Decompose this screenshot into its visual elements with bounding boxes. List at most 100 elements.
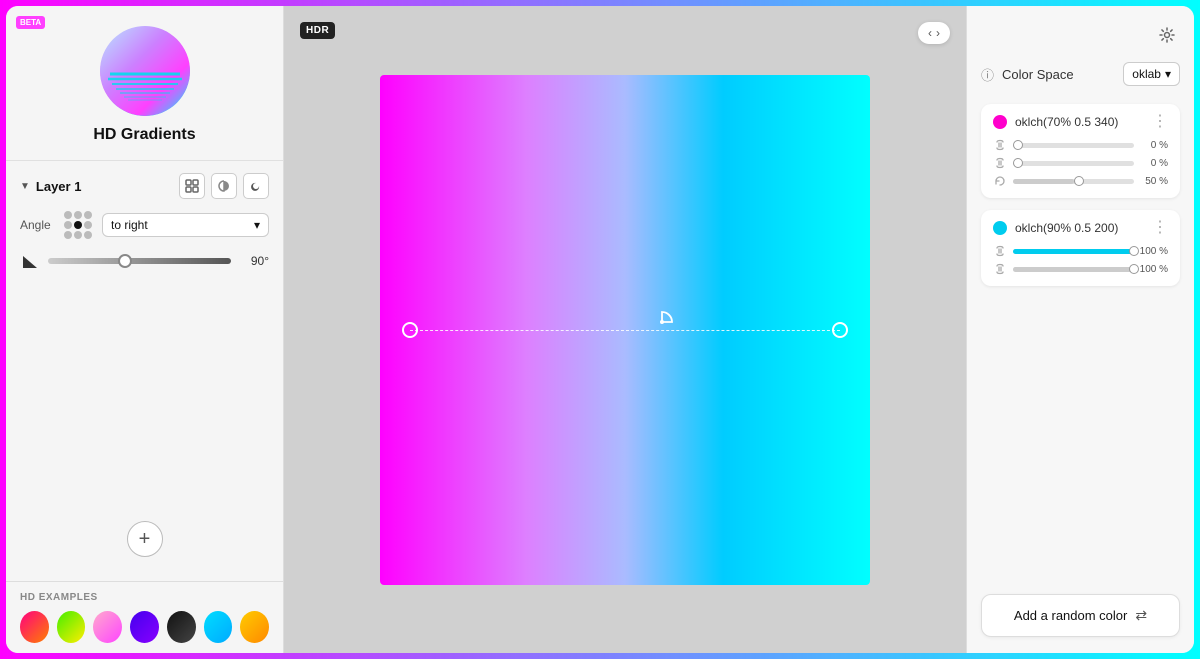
grid-icon-button[interactable] (179, 173, 205, 199)
color-stop-2-dot[interactable] (993, 221, 1007, 235)
dot-tm (74, 211, 82, 219)
gradient-canvas-wrapper (380, 75, 870, 585)
stop-2-slider-2-track[interactable] (1013, 267, 1134, 272)
example-swatch-warm[interactable] (20, 611, 49, 643)
color-stop-1: oklch(70% 0.5 340) ⋮ 0 % (981, 104, 1180, 198)
rotate-icon (993, 174, 1007, 188)
right-panel: ⓘ Color Space oklab ▾ oklch(70% 0.5 340)… (966, 6, 1194, 653)
direction-dots[interactable] (64, 211, 92, 239)
layer-header: ▼ Layer 1 (20, 173, 269, 199)
angle-slider-value: 90° (239, 254, 269, 268)
examples-row (20, 611, 269, 643)
gradient-handle-left[interactable] (402, 322, 418, 338)
next-arrow-icon[interactable]: › (936, 26, 940, 40)
add-random-label: Add a random color (1014, 608, 1127, 623)
stop-2-slider-2-thumb[interactable] (1129, 264, 1139, 274)
color-stop-2-more-button[interactable]: ⋮ (1152, 220, 1168, 236)
stop-2-slider-2-value: 100 % (1140, 264, 1168, 275)
stop-1-slider-2-value: 0 % (1140, 158, 1168, 169)
stop-1-slider-1-track[interactable] (1013, 143, 1134, 148)
stop-1-slider-2-row: 0 % (993, 156, 1168, 170)
stop-2-slider-2-row: 100 % (993, 262, 1168, 276)
angle-slider-thumb[interactable] (118, 254, 132, 268)
app-container: BETA (6, 6, 1194, 653)
hd-examples-label: HD EXAMPLES (20, 592, 269, 603)
dot-bl (64, 231, 72, 239)
stop-1-slider-1-row: 0 % (993, 138, 1168, 152)
color-stop-2-name: oklch(90% 0.5 200) (1015, 221, 1118, 235)
angle-slider-track[interactable] (48, 258, 231, 264)
half-circle-icon-button[interactable] (211, 173, 237, 199)
example-swatch-pink[interactable] (93, 611, 122, 643)
color-stop-1-left: oklch(70% 0.5 340) (993, 115, 1118, 129)
stop-1-slider-1-value: 0 % (1140, 140, 1168, 151)
example-swatch-dark[interactable] (167, 611, 196, 643)
example-swatch-gold[interactable] (240, 611, 269, 643)
moon-icon-button[interactable] (243, 173, 269, 199)
stop-2-link-icon-1 (993, 244, 1007, 258)
dot-tr (84, 211, 92, 219)
add-random-color-button[interactable]: Add a random color ⇄ (981, 594, 1180, 637)
moon-icon (249, 179, 263, 193)
color-space-row: ⓘ Color Space oklab ▾ (981, 62, 1180, 86)
stop-1-slider-3-thumb[interactable] (1074, 176, 1084, 186)
color-stop-1-header: oklch(70% 0.5 340) ⋮ (993, 114, 1168, 130)
color-space-select[interactable]: oklab ▾ (1123, 62, 1180, 86)
example-swatch-green[interactable] (57, 611, 86, 643)
layer-icons (179, 173, 269, 199)
link-icon-2 (993, 156, 1007, 170)
stop-2-link-icon-2 (993, 262, 1007, 276)
stop-2-slider-1-value: 100 % (1140, 246, 1168, 257)
stop-1-slider-3-track[interactable] (1013, 179, 1134, 184)
direction-select[interactable]: to right ▾ (102, 213, 269, 237)
stop-1-slider-3-value: 50 % (1140, 176, 1168, 187)
hdr-badge: HDR (300, 22, 335, 39)
stop-2-slider-1-thumb[interactable] (1129, 246, 1139, 256)
stop-1-slider-1-thumb[interactable] (1013, 140, 1023, 150)
dot-mm (74, 221, 82, 229)
color-stop-1-sliders: 0 % 0 % (993, 138, 1168, 188)
color-stop-1-name: oklch(70% 0.5 340) (1015, 115, 1118, 129)
app-title: HD Gradients (93, 126, 195, 144)
dot-tl (64, 211, 72, 219)
add-layer-button[interactable]: + (127, 521, 163, 557)
right-panel-header (981, 22, 1180, 48)
color-stop-1-dot[interactable] (993, 115, 1007, 129)
app-logo (100, 26, 190, 116)
dot-br (84, 231, 92, 239)
info-icon: ⓘ (981, 65, 994, 84)
settings-button[interactable] (1154, 22, 1180, 48)
example-swatch-purple[interactable] (130, 611, 159, 643)
color-space-label: Color Space (1002, 67, 1115, 82)
prev-arrow-icon[interactable]: ‹ (928, 26, 932, 40)
color-stop-2-sliders: 100 % 100 % (993, 244, 1168, 276)
angle-label: Angle (20, 218, 56, 232)
beta-badge: BETA (16, 16, 45, 29)
angle-icon (20, 251, 40, 271)
color-stop-2-left: oklch(90% 0.5 200) (993, 221, 1118, 235)
stop-1-slider-2-thumb[interactable] (1013, 158, 1023, 168)
stop-1-slider-3-row: 50 % (993, 174, 1168, 188)
link-icon-3 (995, 245, 1005, 257)
stop-1-slider-2-track[interactable] (1013, 161, 1134, 166)
direction-chevron-icon: ▾ (254, 218, 260, 232)
midpoint-handle[interactable] (650, 310, 674, 332)
gradient-handle-right[interactable] (832, 322, 848, 338)
stop-2-slider-1-row: 100 % (993, 244, 1168, 258)
color-stop-2: oklch(90% 0.5 200) ⋮ 100 % (981, 210, 1180, 286)
dot-mr (84, 221, 92, 229)
logo-svg (100, 26, 190, 116)
layer-section: ▼ Layer 1 (6, 161, 283, 521)
half-circle-icon (217, 179, 231, 193)
link-icon-2 (995, 157, 1005, 169)
grid-icon (185, 179, 199, 193)
color-stop-1-more-button[interactable]: ⋮ (1152, 114, 1168, 130)
link-icon-1 (993, 138, 1007, 152)
layer-caret-icon[interactable]: ▼ (20, 181, 30, 192)
stop-2-slider-1-track[interactable] (1013, 249, 1134, 254)
direction-value: to right (111, 218, 148, 232)
example-swatch-cyan[interactable] (204, 611, 233, 643)
nav-arrows[interactable]: ‹ › (918, 22, 950, 44)
shuffle-icon: ⇄ (1135, 607, 1147, 624)
sidebar: BETA (6, 6, 284, 653)
